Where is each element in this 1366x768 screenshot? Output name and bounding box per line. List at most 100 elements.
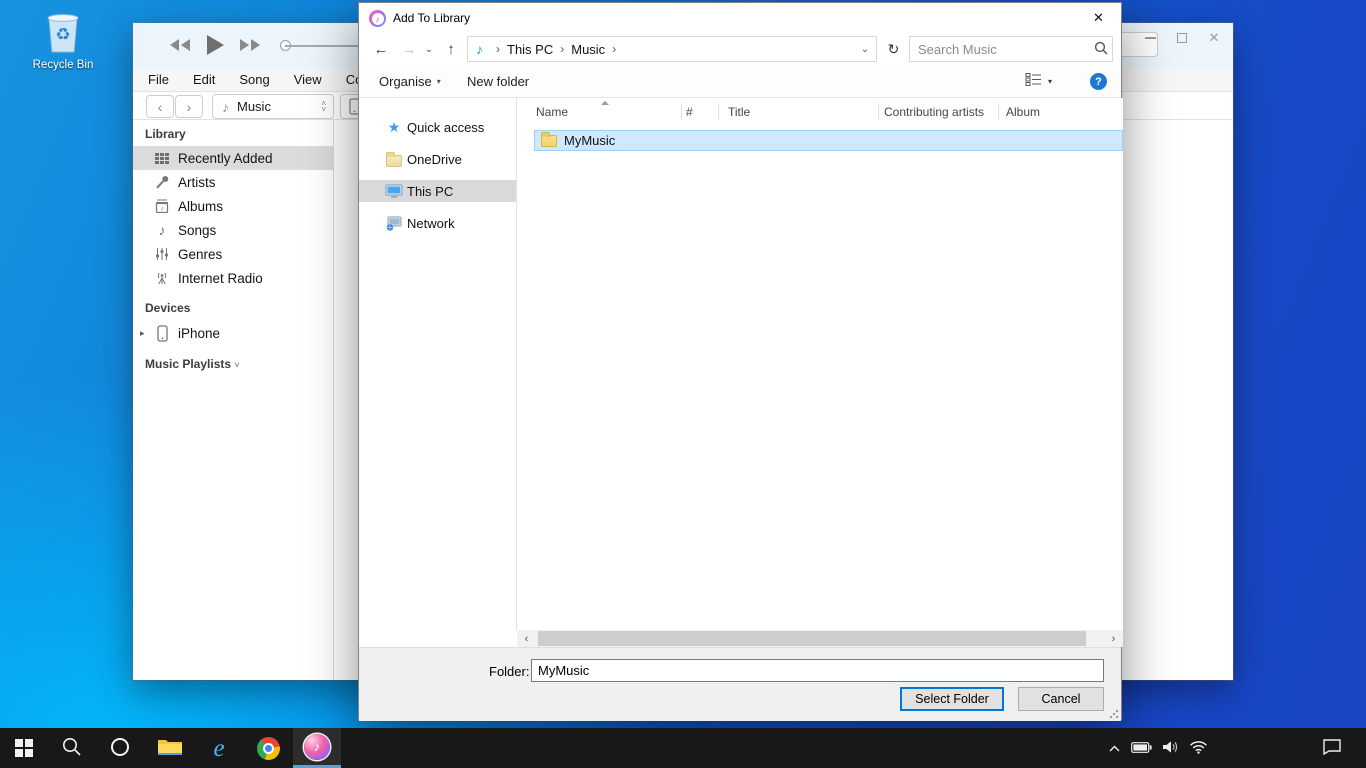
action-center-icon: [1322, 738, 1342, 758]
sidebar-item-albums[interactable]: ♪ Albums: [133, 194, 333, 218]
music-playlists-header[interactable]: Music Playlists ˅: [145, 357, 240, 371]
cancel-button[interactable]: Cancel: [1018, 687, 1104, 711]
search-input[interactable]: [910, 42, 1094, 57]
wifi-icon[interactable]: [1189, 740, 1208, 757]
organise-menu[interactable]: Organise ▾: [379, 65, 441, 97]
cortana-icon: [109, 736, 131, 761]
search-icon: [61, 736, 83, 761]
file-row-mymusic[interactable]: MyMusic: [534, 130, 1123, 151]
nav-item-network[interactable]: Network: [359, 212, 516, 234]
media-kind-select[interactable]: ♪ Music ˄˅: [212, 94, 334, 119]
back-button[interactable]: ←: [369, 37, 393, 61]
itunes-taskbar-button[interactable]: ♪: [293, 728, 341, 768]
nav-item-this-pc[interactable]: This PC: [359, 180, 516, 202]
microphone-icon: [153, 175, 171, 189]
dialog-close-button[interactable]: ✕: [1076, 3, 1121, 32]
add-to-library-dialog: ♪ Add To Library ✕ ← → ⌄ ↑ ♪ › This PC ›…: [358, 2, 1122, 720]
new-folder-button[interactable]: New folder: [467, 65, 529, 97]
column-header-contributing-artists[interactable]: Contributing artists: [884, 98, 984, 125]
file-name: MyMusic: [564, 133, 615, 148]
itunes-minimize-button[interactable]: [1139, 27, 1161, 49]
file-explorer-button[interactable]: [146, 728, 194, 768]
itunes-sidebar: Library Recently Added Artists ♪ Albums: [133, 120, 333, 680]
itunes-back-button[interactable]: ‹: [146, 95, 174, 118]
dialog-navbar: ← → ⌄ ↑ ♪ › This PC › Music › ⌄ ↻: [359, 33, 1121, 65]
rewind-button[interactable]: [169, 38, 191, 55]
folder-label: Folder:: [489, 664, 529, 679]
recent-locations-dropdown[interactable]: ⌄: [421, 37, 437, 61]
folder-icon: [541, 135, 557, 147]
refresh-button[interactable]: ↻: [881, 36, 906, 62]
up-button[interactable]: ↑: [439, 37, 463, 61]
chrome-icon: [257, 737, 280, 760]
play-button[interactable]: [205, 34, 225, 59]
menu-file[interactable]: File: [148, 72, 169, 87]
start-button[interactable]: [0, 728, 48, 768]
menu-edit[interactable]: Edit: [193, 72, 215, 87]
itunes-app-icon: ♪: [369, 10, 386, 27]
itunes-maximize-button[interactable]: [1171, 27, 1193, 49]
menu-view[interactable]: View: [294, 72, 322, 87]
recycle-bin-label: Recycle Bin: [28, 59, 98, 71]
tray-expand-icon[interactable]: [1108, 741, 1121, 756]
action-center-button[interactable]: [1322, 728, 1342, 768]
dialog-titlebar: ♪ Add To Library ✕: [359, 3, 1121, 33]
breadcrumb-this-pc[interactable]: This PC: [507, 42, 553, 57]
chrome-button[interactable]: [244, 728, 292, 768]
search-icon[interactable]: [1094, 41, 1108, 58]
internet-explorer-icon: e: [213, 736, 224, 761]
collapse-caret-icon: ˅: [234, 360, 239, 370]
menu-song[interactable]: Song: [239, 72, 269, 87]
address-dropdown-icon[interactable]: ⌄: [854, 44, 876, 55]
select-folder-button[interactable]: Select Folder: [900, 687, 1004, 711]
sidebar-item-genres[interactable]: Genres: [133, 242, 333, 266]
taskbar-search-button[interactable]: [48, 728, 96, 768]
dialog-commandbar: Organise ▾ New folder ▾ ?: [359, 65, 1121, 98]
column-header-title[interactable]: Title: [728, 98, 750, 125]
nav-item-onedrive[interactable]: OneDrive: [359, 148, 516, 170]
fast-forward-button[interactable]: [239, 38, 261, 55]
itunes-icon: ♪: [304, 734, 330, 760]
crumb-separator-icon: ›: [612, 42, 616, 56]
sidebar-item-songs[interactable]: ♪ Songs: [133, 218, 333, 242]
combo-arrows-icon: ˄˅: [321, 101, 326, 113]
address-bar[interactable]: ♪ › This PC › Music › ⌄: [467, 36, 877, 62]
column-header-album[interactable]: Album: [1006, 98, 1040, 125]
internet-explorer-button[interactable]: e: [195, 728, 243, 768]
sidebar-item-artists[interactable]: Artists: [133, 170, 333, 194]
sidebar-item-internet-radio[interactable]: Internet Radio: [133, 266, 333, 290]
forward-button[interactable]: →: [397, 37, 421, 61]
details-view-icon: [1025, 72, 1043, 90]
folder-name-input[interactable]: [531, 659, 1104, 682]
view-mode-button[interactable]: ▾: [1025, 65, 1052, 97]
sidebar-item-iphone[interactable]: ▸ iPhone: [133, 321, 333, 345]
sidebar-item-recently-added[interactable]: Recently Added: [133, 146, 333, 170]
recycle-bin-icon: ♻: [42, 42, 84, 57]
file-explorer-icon: [157, 737, 183, 760]
scroll-right-icon[interactable]: ›: [1105, 630, 1122, 647]
scrollbar-thumb[interactable]: [538, 631, 1086, 646]
battery-icon[interactable]: [1131, 741, 1152, 756]
media-kind-value: Music: [237, 99, 271, 114]
sort-ascending-icon: [601, 101, 609, 105]
grid-icon: [153, 152, 171, 165]
star-icon: ★: [385, 119, 403, 136]
breadcrumb-music[interactable]: Music: [571, 42, 605, 57]
nav-item-quick-access[interactable]: ★ Quick access: [359, 116, 516, 138]
horizontal-scrollbar[interactable]: ‹ ›: [517, 630, 1123, 647]
expand-caret-icon[interactable]: ▸: [140, 328, 145, 339]
recycle-bin[interactable]: ♻ Recycle Bin: [28, 8, 98, 71]
help-button[interactable]: ?: [1090, 73, 1107, 90]
scroll-left-icon[interactable]: ‹: [518, 630, 535, 647]
volume-icon[interactable]: [1162, 740, 1179, 757]
system-tray: [1108, 728, 1208, 768]
itunes-forward-button[interactable]: ›: [175, 95, 203, 118]
faders-icon: [153, 247, 171, 261]
column-header-number[interactable]: #: [686, 98, 693, 125]
column-header-name[interactable]: Name: [536, 98, 568, 125]
cortana-button[interactable]: [96, 728, 144, 768]
resize-grip[interactable]: [1109, 709, 1119, 719]
itunes-close-button[interactable]: ✕: [1203, 27, 1225, 49]
dialog-footer: Folder: Select Folder Cancel: [359, 647, 1121, 721]
search-box: [909, 36, 1113, 62]
